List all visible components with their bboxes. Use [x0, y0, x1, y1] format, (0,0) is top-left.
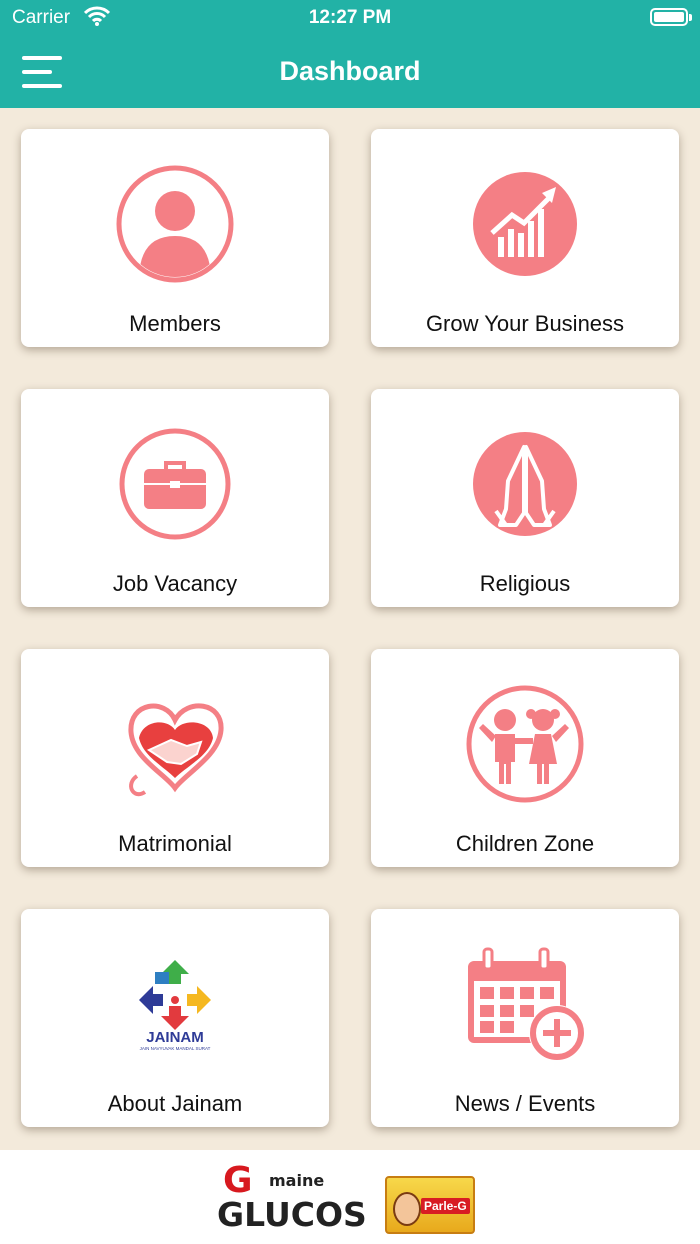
praying-hands-icon: [371, 419, 679, 549]
children-icon: [371, 679, 679, 809]
growth-chart-icon: [371, 159, 679, 289]
parle-g-kid-icon: [393, 1192, 421, 1226]
user-icon: [21, 159, 329, 289]
tile-label: News / Events: [454, 1091, 596, 1116]
tile-news-events[interactable]: News / Events: [371, 909, 679, 1127]
logo-text: JAINAM: [146, 1029, 204, 1046]
tile-label: Children Zone: [455, 831, 595, 856]
logo-subtext: JAIN NAVYUVAK MANDAL SURAT: [140, 1046, 211, 1051]
page-title: Dashboard: [279, 56, 421, 86]
briefcase-icon: [21, 419, 329, 549]
tile-religious[interactable]: Religious: [371, 389, 679, 607]
ad-banner[interactable]: G maine GLUCOSE Parle-G: [0, 1150, 700, 1244]
ad-word-glucose: GLUCOSE: [217, 1195, 365, 1234]
tile-matrimonial[interactable]: Matrimonial: [21, 649, 329, 867]
glucose-ad-image[interactable]: G maine GLUCOSE: [215, 1156, 389, 1241]
tile-about-jainam[interactable]: JAINAM JAIN NAVYUVAK MANDAL SURAT About …: [21, 909, 329, 1127]
navigation-bar: Dashboard: [0, 36, 700, 108]
tile-label: Members: [129, 311, 221, 336]
tile-label: About Jainam: [107, 1091, 243, 1116]
battery-icon: [650, 8, 692, 26]
heart-handshake-icon: [21, 679, 329, 809]
parle-g-ad-image[interactable]: Parle-G: [385, 1176, 475, 1234]
tile-job-vacancy[interactable]: Job Vacancy: [21, 389, 329, 607]
parle-g-label: Parle-G: [421, 1198, 470, 1214]
tile-members[interactable]: Members: [21, 129, 329, 347]
clock-time: 12:27 PM: [308, 7, 392, 28]
tile-label: Religious: [479, 571, 571, 596]
tile-label: Job Vacancy: [112, 571, 238, 596]
dashboard-grid: Members Grow Your Business Job Vacancy R…: [0, 108, 700, 1150]
tile-children-zone[interactable]: Children Zone: [371, 649, 679, 867]
ad-word-maine: maine: [269, 1171, 324, 1190]
jainam-logo-icon: JAINAM JAIN NAVYUVAK MANDAL SURAT: [21, 939, 329, 1069]
tile-label: Matrimonial: [118, 831, 232, 856]
tile-grow-your-business[interactable]: Grow Your Business: [371, 129, 679, 347]
calendar-add-icon: [371, 939, 679, 1069]
status-bar: Carrier 12:27 PM: [0, 0, 700, 36]
tile-label: Grow Your Business: [425, 311, 625, 336]
